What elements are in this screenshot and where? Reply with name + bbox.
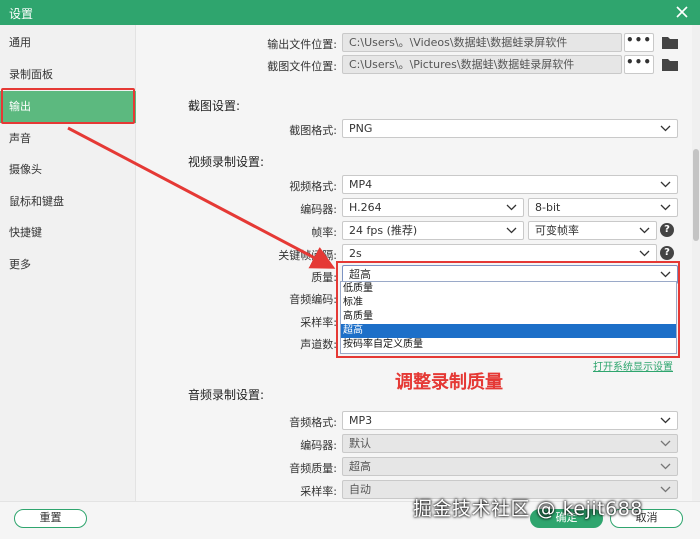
video-format-value: MP4 — [349, 178, 373, 191]
reset-button[interactable]: 重置 — [14, 509, 87, 528]
screenshot-format-label: 截图格式: — [289, 124, 337, 137]
chevron-down-icon — [639, 227, 650, 234]
frame-rate-label: 帧率: — [311, 226, 337, 239]
scrollbar[interactable] — [692, 25, 700, 501]
video-encoder-select[interactable]: H.264 — [342, 198, 524, 217]
video-encoder-value: H.264 — [349, 201, 382, 214]
sidebar-item-shortcuts[interactable]: 快捷键 — [0, 217, 136, 249]
keyframe-interval-value: 2s — [349, 247, 362, 260]
screenshot-path-browse-button[interactable]: ••• — [624, 55, 654, 74]
video-encoder-label: 编码器: — [300, 203, 337, 216]
frame-rate-mode-select[interactable]: 可变帧率 — [528, 221, 657, 240]
sidebar-item-more[interactable]: 更多 — [0, 249, 136, 281]
chevron-down-icon — [639, 250, 650, 257]
sidebar-item-camera[interactable]: 摄像头 — [0, 154, 136, 186]
audio-quality-select[interactable]: 超高 — [342, 457, 678, 476]
audio-format-label: 音频格式: — [289, 416, 337, 429]
sidebar-item-sound[interactable]: 声音 — [0, 123, 136, 155]
keyframe-help-icon[interactable]: ? — [660, 246, 674, 260]
output-path-field[interactable]: C:\Users\。\Videos\数据蛙\数据蛙录屏软件 — [342, 33, 622, 52]
output-path-label: 输出文件位置: — [267, 38, 337, 51]
screenshot-path-label: 截图文件位置: — [267, 60, 337, 73]
frame-rate-select[interactable]: 24 fps (推荐) — [342, 221, 524, 240]
chevron-down-icon — [660, 181, 671, 188]
scrollbar-thumb[interactable] — [693, 149, 699, 241]
video-settings-heading: 视频录制设置: — [188, 155, 265, 169]
audio-encoder-select[interactable]: 默认 — [342, 434, 678, 453]
audio-format-select[interactable]: MP3 — [342, 411, 678, 430]
window-title: 设置 — [9, 7, 34, 21]
audio-codec-label: 音频编码: — [289, 293, 337, 306]
audio-settings-heading: 音频录制设置: — [188, 388, 265, 402]
sidebar: 通用 录制面板 输出 声音 摄像头 鼠标和键盘 快捷键 更多 — [0, 25, 136, 501]
chevron-down-icon — [660, 204, 671, 211]
output-path-browse-button[interactable]: ••• — [624, 33, 654, 52]
bit-depth-value: 8-bit — [535, 201, 561, 214]
screenshot-path-field[interactable]: C:\Users\。\Pictures\数据蛙\数据蛙录屏软件 — [342, 55, 622, 74]
quality-highlight-box — [336, 261, 680, 358]
sample-rate-label: 采样率: — [300, 316, 337, 329]
audio-encoder-label: 编码器: — [300, 439, 337, 452]
chevron-down-icon — [506, 204, 517, 211]
chevron-down-icon — [660, 463, 671, 470]
bit-depth-select[interactable]: 8-bit — [528, 198, 678, 217]
sidebar-item-recording-panel[interactable]: 录制面板 — [0, 59, 136, 91]
output-folder-icon[interactable] — [661, 35, 679, 50]
output-highlight-box — [1, 88, 135, 124]
chevron-down-icon — [660, 417, 671, 424]
keyframe-interval-label: 关键帧间隔: — [278, 249, 337, 262]
video-format-label: 视频格式: — [289, 180, 337, 193]
close-icon[interactable] — [672, 2, 692, 22]
display-settings-link[interactable]: 打开系统显示设置 — [593, 358, 673, 373]
watermark: 掘金技术社区 @ kejit688 — [413, 498, 643, 520]
audio-format-value: MP3 — [349, 414, 373, 427]
screenshot-format-value: PNG — [349, 122, 373, 135]
frame-rate-mode-value: 可变帧率 — [535, 224, 579, 237]
settings-content: 输出文件位置: C:\Users\。\Videos\数据蛙\数据蛙录屏软件 ••… — [137, 25, 700, 501]
audio-quality-label: 音频质量: — [289, 462, 337, 475]
frame-rate-value: 24 fps (推荐) — [349, 224, 418, 237]
audio-sample-rate-value: 自动 — [349, 483, 371, 496]
title-bar: 设置 — [0, 0, 700, 25]
sidebar-item-general[interactable]: 通用 — [0, 27, 136, 59]
screenshot-format-select[interactable]: PNG — [342, 119, 678, 138]
chevron-down-icon — [660, 440, 671, 447]
video-format-select[interactable]: MP4 — [342, 175, 678, 194]
frame-rate-help-icon[interactable]: ? — [660, 223, 674, 237]
screenshot-settings-heading: 截图设置: — [188, 99, 241, 113]
channels-label: 声道数: — [300, 338, 337, 351]
screenshot-folder-icon[interactable] — [661, 57, 679, 72]
annotation-text: 调整录制质量 — [395, 372, 503, 393]
chevron-down-icon — [506, 227, 517, 234]
audio-encoder-value: 默认 — [349, 437, 371, 450]
sidebar-item-mouse-keyboard[interactable]: 鼠标和键盘 — [0, 186, 136, 218]
audio-sample-rate-label: 采样率: — [300, 485, 337, 498]
chevron-down-icon — [660, 486, 671, 493]
audio-quality-value: 超高 — [349, 460, 371, 473]
chevron-down-icon — [660, 125, 671, 132]
quality-label: 质量: — [311, 271, 337, 284]
